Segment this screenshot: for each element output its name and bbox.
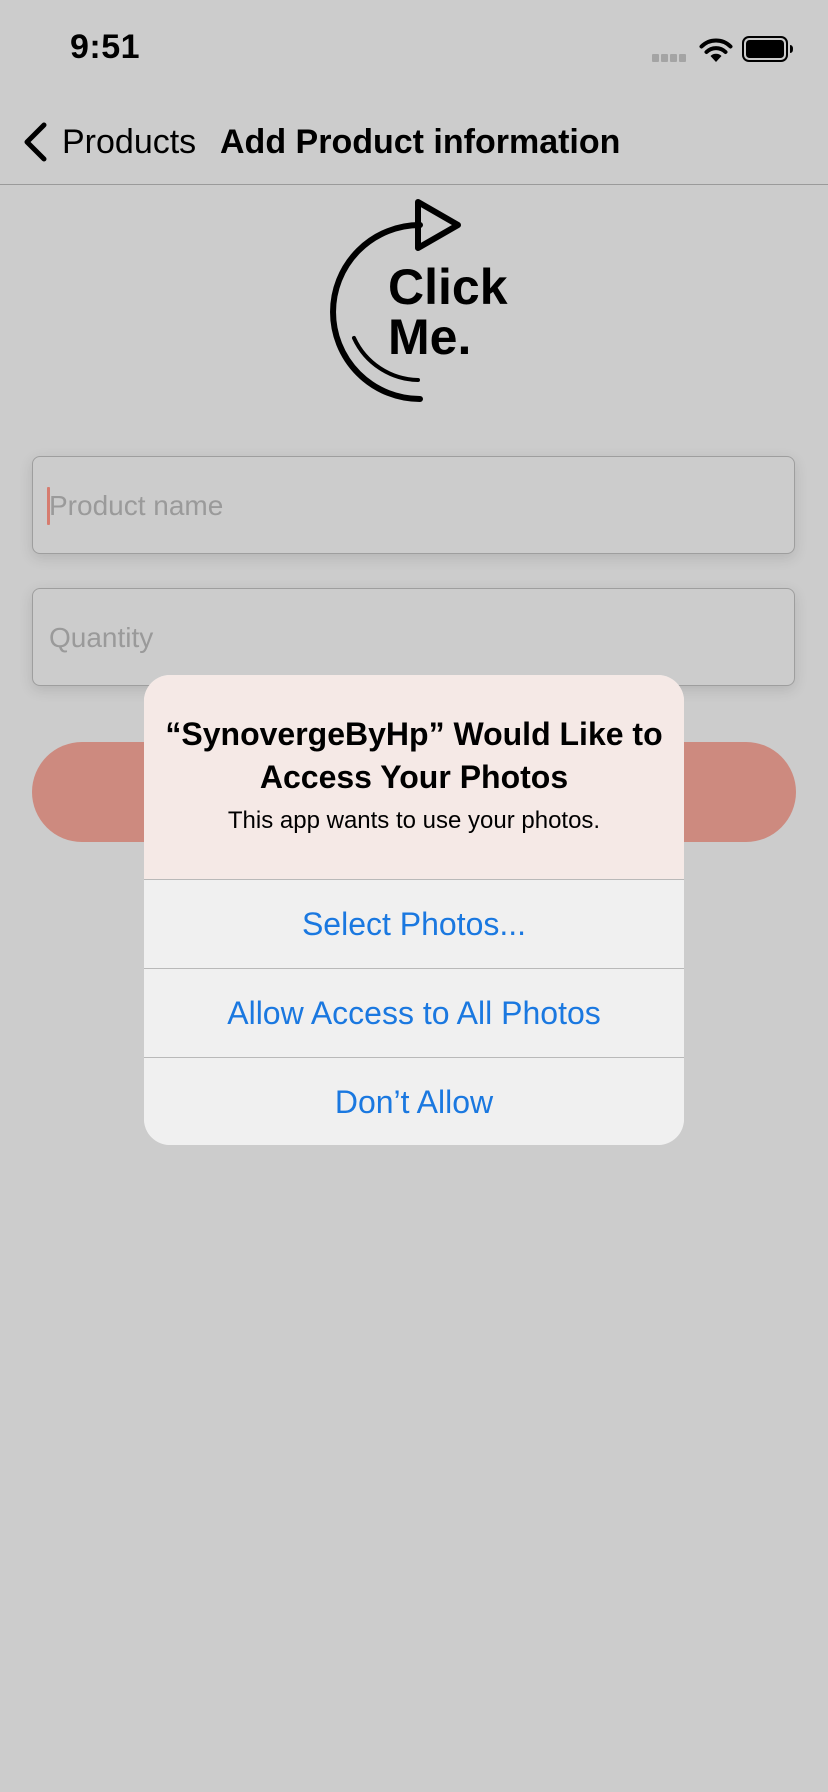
quantity-field-container [32,588,795,687]
page-title: Add Product information [220,123,621,161]
select-photos-button[interactable]: Select Photos... [144,880,684,969]
product-name-input[interactable] [47,457,781,555]
alert-title: “SynovergeByHp” Would Like to Access You… [165,716,663,795]
allow-all-photos-button[interactable]: Allow Access to All Photos [144,969,684,1058]
wifi-icon [699,38,733,62]
product-name-field-container [32,456,795,555]
alert-header: “SynovergeByHp” Would Like to Access You… [144,675,684,880]
signal-icon [652,54,690,62]
alert-message: This app wants to use your photos. [227,807,601,834]
back-button-label: Products [62,122,197,161]
click-me-text-line1: Click [388,259,508,315]
photos-permission-alert: “SynovergeByHp” Would Like to Access You… [144,675,684,1145]
click-me-text-line2: Me. [388,309,472,365]
status-bar: 9:51 [0,0,828,100]
navigation-bar: Products Add Product information [0,100,828,185]
battery-icon [742,36,793,62]
quantity-input[interactable] [47,589,781,687]
click-me-image[interactable]: Click Me. [320,196,510,406]
status-time: 9:51 [70,28,141,66]
back-button[interactable]: Products [20,100,196,184]
screen: 9:51 Products Add Product information Cl… [0,0,828,1792]
dont-allow-button[interactable]: Don’t Allow [144,1058,684,1145]
chevron-left-icon [24,122,47,162]
